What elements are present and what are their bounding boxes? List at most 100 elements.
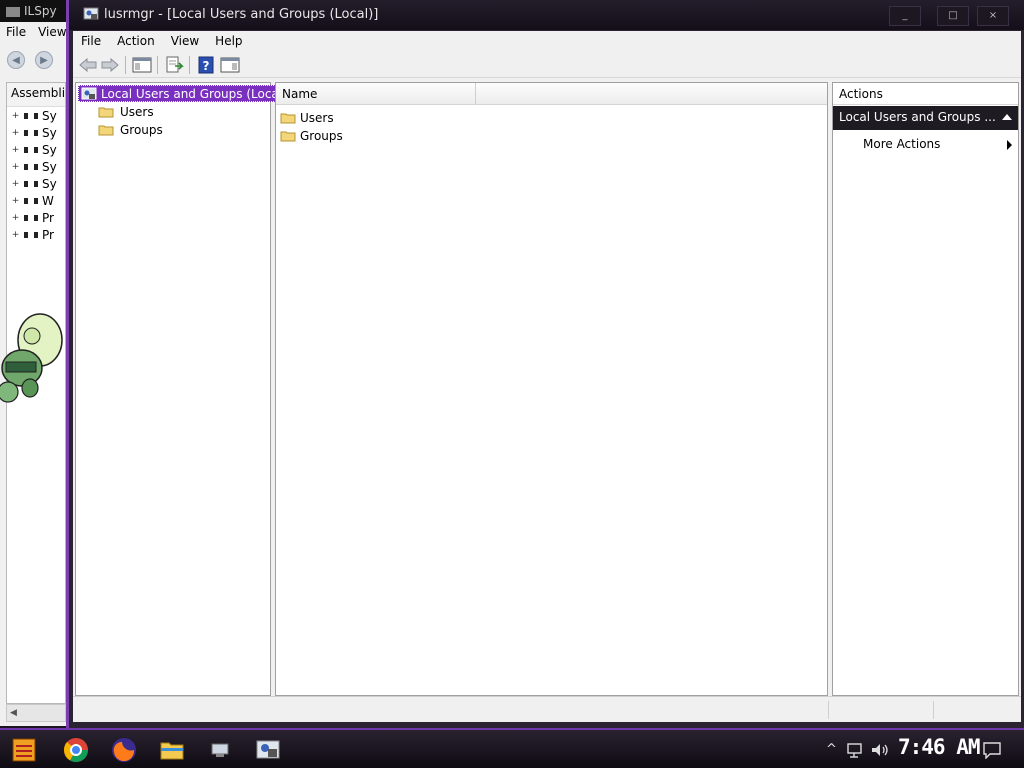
ilspy-menubar: File View — [0, 22, 66, 42]
show-hide-action-pane-icon[interactable] — [219, 55, 241, 75]
volume-icon[interactable] — [870, 742, 890, 758]
ilspy-tree-row-label: Pr — [42, 210, 54, 225]
collapse-up-icon[interactable] — [1002, 114, 1012, 120]
ilspy-tree-row[interactable]: + Pr — [7, 226, 65, 243]
window-titlebar[interactable]: lusrmgr - [Local Users and Groups (Local… — [69, 0, 1024, 30]
show-hide-console-tree-icon[interactable] — [131, 55, 153, 75]
namespace-icon — [24, 163, 38, 170]
users-console-taskbar-icon[interactable] — [254, 736, 282, 764]
menu-help[interactable]: Help — [207, 31, 250, 48]
namespace-icon — [24, 112, 38, 119]
export-list-icon[interactable] — [163, 55, 185, 75]
svg-text:?: ? — [203, 59, 210, 73]
column-header-filler — [476, 83, 827, 105]
ilspy-tree-row[interactable]: + Pr — [7, 209, 65, 226]
window-title: lusrmgr - [Local Users and Groups (Local… — [104, 7, 379, 22]
ilspy-menu-file[interactable]: File — [6, 25, 26, 39]
minimize-button[interactable]: _ — [889, 6, 921, 26]
chrome-browser-icon[interactable] — [62, 736, 90, 764]
ilspy-tree-row[interactable]: + Sy — [7, 158, 65, 175]
menu-bar: File Action View Help — [73, 31, 1021, 52]
scroll-left-icon[interactable]: ◀ — [10, 708, 17, 718]
expand-plus-icon[interactable]: + — [11, 196, 20, 206]
status-separator — [828, 701, 829, 719]
taskbar: ^ 7:46 AM — [0, 728, 1024, 768]
menu-file[interactable]: File — [73, 31, 109, 48]
tree-root-label: Local Users and Groups (Local) — [101, 86, 287, 101]
list-item-groups[interactable]: Groups — [280, 127, 343, 144]
ilspy-tree-row-label: Sy — [42, 125, 57, 140]
ilspy-app-icon — [6, 6, 20, 17]
ilspy-tree-row[interactable]: + Sy — [7, 124, 65, 141]
namespace-icon — [24, 129, 38, 136]
console-content: Local Users and Groups (Local) Users Gro… — [73, 78, 1021, 696]
network-connections-icon[interactable] — [206, 736, 234, 764]
ilspy-horizontal-scrollbar[interactable]: ◀ — [6, 704, 66, 722]
forward-circle-icon[interactable]: ▶ — [35, 51, 53, 69]
ilspy-titlebar[interactable]: ILSpy — [0, 0, 66, 22]
mascot-sticker-image — [0, 313, 63, 403]
menu-view[interactable]: View — [163, 31, 207, 48]
expand-plus-icon[interactable]: + — [11, 230, 20, 240]
results-pane[interactable]: Name Users Groups — [275, 82, 828, 696]
folder-icon — [98, 107, 114, 117]
close-button[interactable]: × — [977, 6, 1009, 26]
toolbar: ? — [73, 52, 1021, 78]
taskbar-clock[interactable]: 7:46 AM — [898, 735, 981, 763]
firefox-browser-icon[interactable] — [110, 736, 138, 764]
maximize-button[interactable]: □ — [937, 6, 969, 26]
ilspy-tree-row[interactable]: + Sy — [7, 107, 65, 124]
folder-icon — [98, 125, 114, 135]
users-console-icon — [81, 87, 97, 99]
list-item-users[interactable]: Users — [280, 109, 334, 126]
back-circle-icon[interactable]: ◀ — [7, 51, 25, 69]
ilspy-rows: + Sy + Sy + Sy + Sy + Sy + W + Pr + Pr — [7, 107, 65, 243]
tree-item-label: Users — [120, 104, 154, 119]
action-center-icon[interactable] — [982, 741, 1002, 759]
ilspy-tree-row-label: Sy — [42, 176, 57, 191]
actions-header: Actions — [833, 83, 1018, 105]
tree-root-local-users-and-groups[interactable]: Local Users and Groups (Local) — [78, 85, 292, 102]
help-icon[interactable]: ? — [195, 55, 217, 75]
ilspy-tree-row[interactable]: + Sy — [7, 141, 65, 158]
list-item-label: Groups — [300, 128, 343, 143]
network-tray-icon[interactable] — [846, 742, 864, 758]
actions-pane: Actions Local Users and Groups ... More … — [832, 82, 1019, 696]
folder-icon — [280, 113, 296, 123]
file-explorer-icon[interactable] — [158, 736, 186, 764]
tree-item-users[interactable]: Users — [98, 103, 154, 120]
lusrmgr-window[interactable]: lusrmgr - [Local Users and Groups (Local… — [66, 0, 1024, 728]
ilspy-tree-row[interactable]: + W — [7, 192, 65, 209]
ilspy-tree-row-label: Sy — [42, 108, 57, 123]
column-header-name[interactable]: Name — [276, 83, 476, 105]
start-button-icon[interactable] — [10, 736, 38, 764]
users-console-icon — [83, 7, 99, 20]
menu-action[interactable]: Action — [109, 31, 163, 48]
back-arrow-icon[interactable] — [77, 55, 99, 75]
console-tree-pane[interactable]: Local Users and Groups (Local) Users Gro… — [75, 82, 292, 696]
namespace-icon — [24, 231, 38, 238]
ilspy-toolbar: ◀ ▶ — [0, 46, 66, 74]
actions-section-local-users-and-groups[interactable]: Local Users and Groups ... — [833, 106, 1018, 130]
namespace-icon — [24, 197, 38, 204]
show-hidden-icons-icon[interactable]: ^ — [826, 742, 837, 757]
submenu-arrow-icon — [1007, 140, 1012, 150]
expand-plus-icon[interactable]: + — [11, 145, 20, 155]
expand-plus-icon[interactable]: + — [11, 213, 20, 223]
toolbar-separator — [125, 56, 126, 74]
expand-plus-icon[interactable]: + — [11, 128, 20, 138]
namespace-icon — [24, 146, 38, 153]
more-actions-item[interactable]: More Actions — [863, 135, 1018, 153]
tree-item-groups[interactable]: Groups — [98, 121, 163, 138]
ilspy-menu-view[interactable]: View — [38, 25, 66, 39]
ilspy-tree-row-label: Pr — [42, 227, 54, 242]
namespace-icon — [24, 214, 38, 221]
status-bar — [73, 696, 1021, 722]
expand-plus-icon[interactable]: + — [11, 179, 20, 189]
ilspy-tree-row-label: Sy — [42, 159, 57, 174]
expand-plus-icon[interactable]: + — [11, 111, 20, 121]
ilspy-tree-row[interactable]: + Sy — [7, 175, 65, 192]
expand-plus-icon[interactable]: + — [11, 162, 20, 172]
forward-arrow-icon[interactable] — [99, 55, 121, 75]
ilspy-tree-row-label: W — [42, 193, 54, 208]
